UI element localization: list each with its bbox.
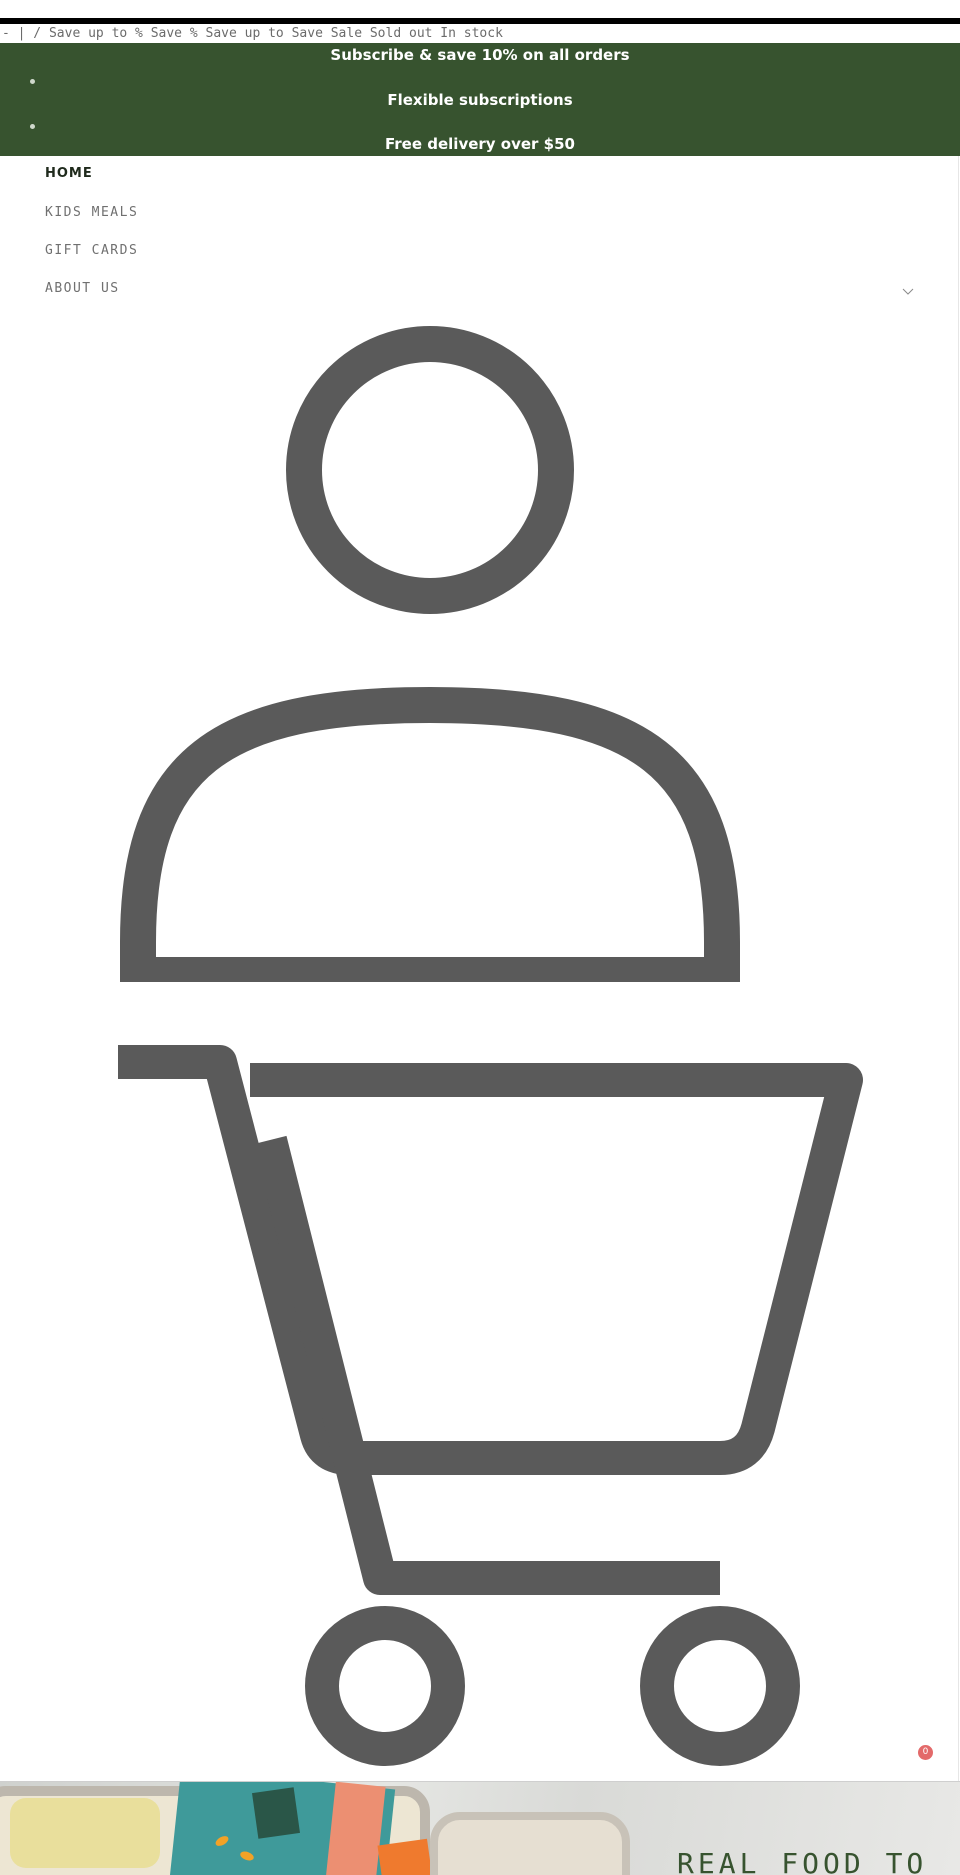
hero-banner: REAL FOOD TO xyxy=(0,1781,960,1875)
announcement-bar: Subscribe & save 10% on all orders Flexi… xyxy=(0,43,960,156)
cart-count-badge: 0 xyxy=(918,1745,933,1760)
nav-item-kids-meals[interactable]: KIDS MEALS xyxy=(45,205,138,220)
top-rule xyxy=(0,18,960,24)
announcement-message-2: Flexible subscriptions xyxy=(387,91,573,109)
hero-headline: REAL FOOD TO xyxy=(677,1847,928,1875)
nav-item-about-us[interactable]: ABOUT US xyxy=(45,281,120,296)
list-bullet xyxy=(30,124,35,129)
pack-accent xyxy=(324,1782,386,1875)
nav-item-gift-cards[interactable]: GIFT CARDS xyxy=(45,243,138,258)
announcement-message-3: Free delivery over $50 xyxy=(385,135,575,153)
food-image xyxy=(10,1798,160,1868)
product-label-image xyxy=(377,1838,433,1875)
meal-tray-image xyxy=(430,1812,630,1875)
template-placeholder-text: - | / Save up to % Save % Save up to Sav… xyxy=(2,26,503,41)
nav-item-home[interactable]: HOME xyxy=(45,166,93,181)
list-bullet xyxy=(30,79,35,84)
account-icon[interactable] xyxy=(120,322,740,982)
cart-icon[interactable] xyxy=(110,1040,880,1780)
chevron-down-icon[interactable] xyxy=(902,287,914,297)
announcement-message-1: Subscribe & save 10% on all orders xyxy=(330,46,630,64)
brand-logo xyxy=(252,1787,300,1839)
divider xyxy=(958,156,959,1781)
